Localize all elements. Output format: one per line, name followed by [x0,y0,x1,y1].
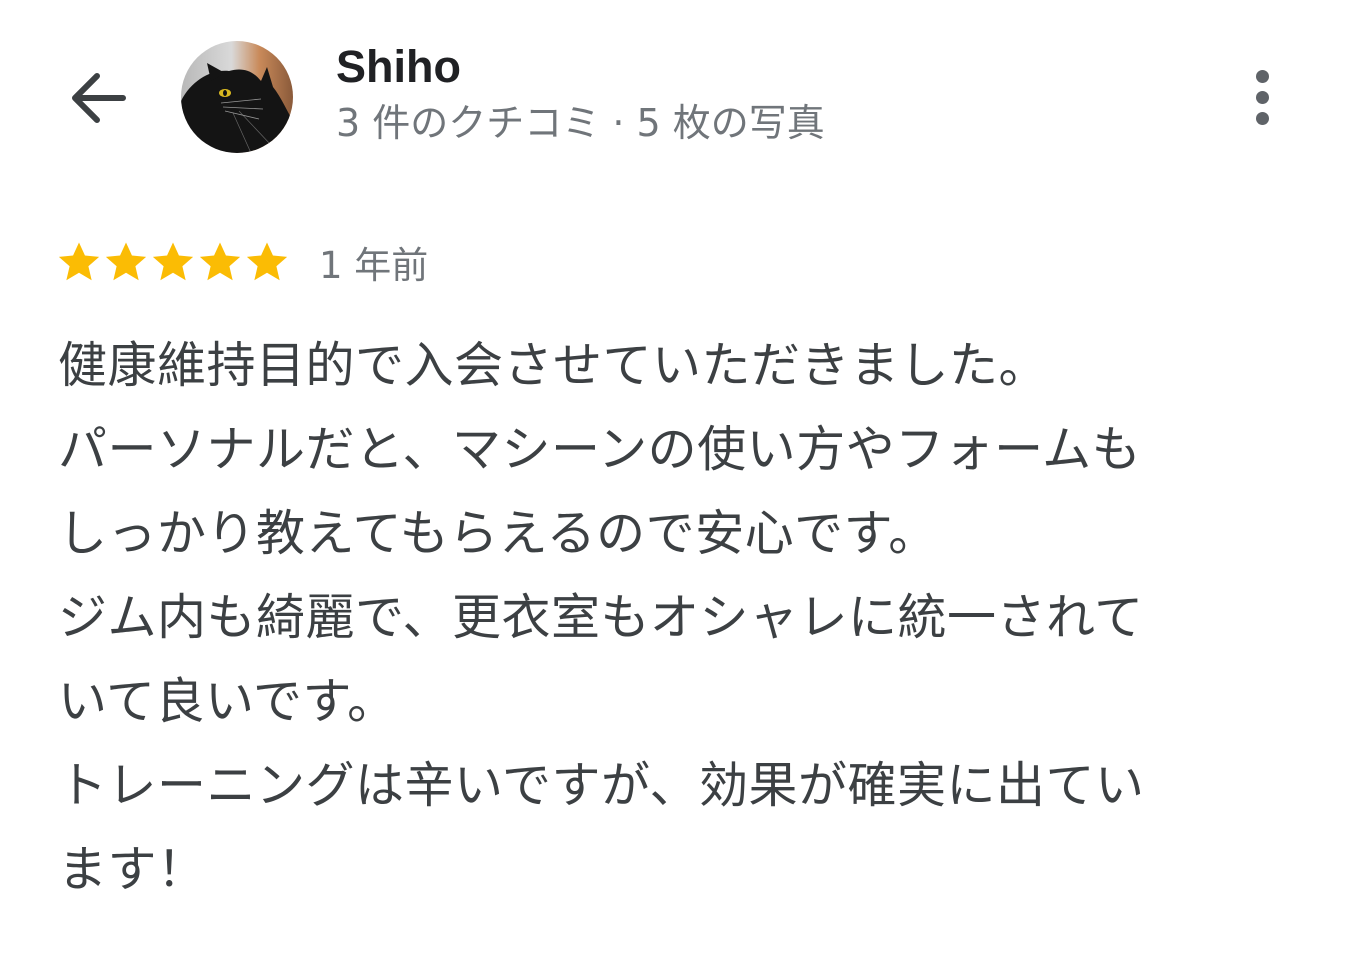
review-text-line: しっかり教えてもらえるので安心です。 [58,505,938,562]
more-vertical-icon-dot [1255,90,1269,104]
star-icon [105,242,147,281]
star-rating [56,239,291,285]
user-stats: 3 件のクチコミ · 5 枚の写真 [336,101,825,145]
review-text-line: ます！ [58,841,207,898]
star-icon [246,242,288,281]
review-text-line: トレーニングは辛いですが、効果が確実に出てい [58,757,1145,814]
back-button[interactable] [62,66,132,130]
star-icon [152,242,194,281]
review-text-line: 健康維持目的で入会させていただきました。 [58,337,1049,394]
arrow-back-icon [72,73,126,123]
star-icon [58,242,100,281]
review-text-line: いて良いです。 [58,673,397,730]
review-text: 健康維持目的で入会させていただきました。パーソナルだと、マシーンの使い方やフォー… [58,324,1298,912]
more-vertical-icon-dot [1255,69,1269,83]
review-text-line: ジム内も綺麗で、更衣室もオシャレに統一されて [58,589,1144,646]
star-icon [199,242,241,281]
more-options-button[interactable] [1236,62,1288,132]
avatar[interactable] [181,41,293,153]
more-vertical-icon-dot [1255,111,1269,125]
review-date: 1 年前 [319,244,429,287]
black-cat-avatar [181,41,293,153]
rating-row: 1 年前 [56,232,428,292]
user-name[interactable]: Shiho [336,40,461,94]
review-text-line: パーソナルだと、マシーンの使い方やフォームも [58,421,1142,478]
